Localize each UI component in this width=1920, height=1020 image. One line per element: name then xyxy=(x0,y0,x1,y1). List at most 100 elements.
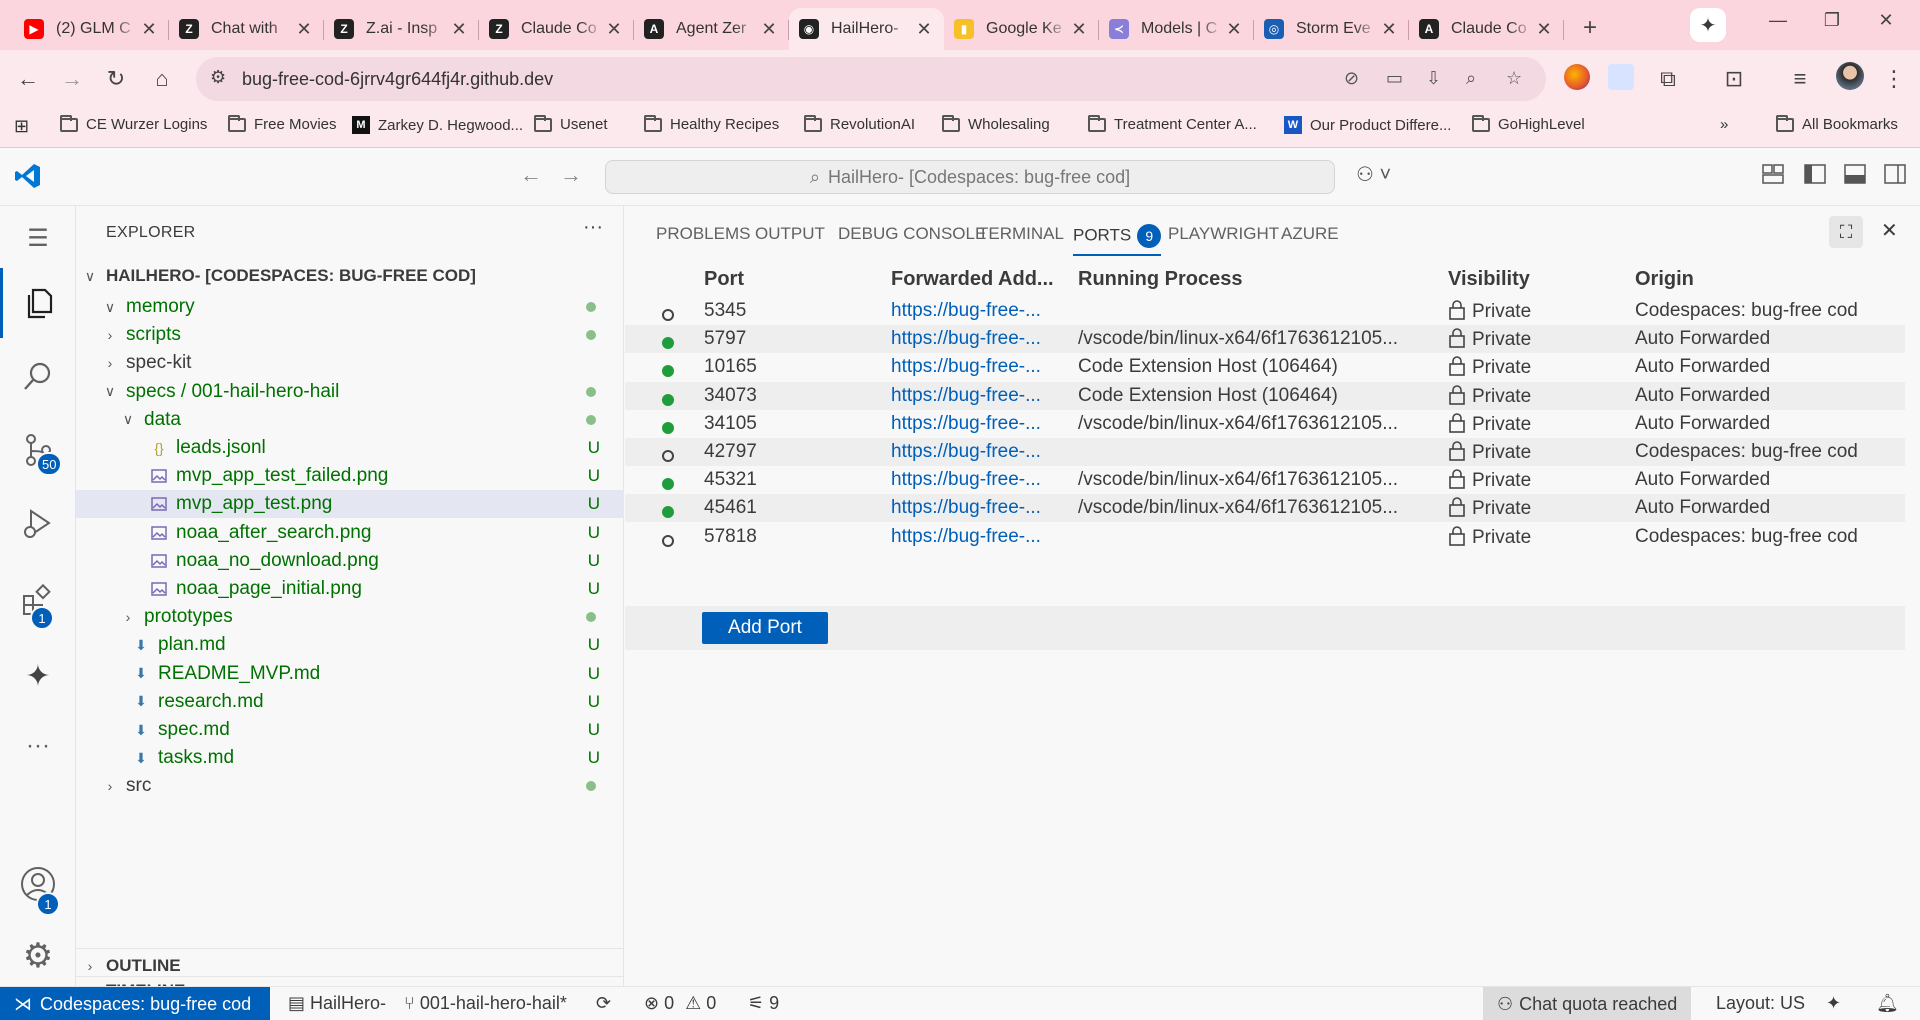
port-row[interactable]: 34073 https://bug-free-... Code Extension … xyxy=(625,381,1905,410)
restore-button[interactable]: ❐ xyxy=(1812,10,1852,31)
all-bookmarks-button[interactable]: All Bookmarks xyxy=(1776,114,1898,133)
toggle-sidebar-icon[interactable] xyxy=(1804,164,1826,189)
column-header[interactable]: Running Process xyxy=(1078,268,1242,291)
browser-tab[interactable]: Z Chat with ✕ xyxy=(169,8,324,50)
port-row[interactable]: 45461 https://bug-free-... /vscode/bin/lin… xyxy=(625,494,1905,523)
panel-tab[interactable]: OUTPUT xyxy=(755,224,825,244)
gemini-view-button[interactable]: ✦ xyxy=(0,644,76,708)
cast-blocked-icon[interactable]: ⊘ xyxy=(1344,68,1359,89)
chrome-menu-icon[interactable]: ⋮ xyxy=(1880,65,1908,93)
url-text[interactable]: bug-free-cod-6jrrv4gr644fj4r.github.dev xyxy=(242,69,553,90)
back-button[interactable]: ← xyxy=(14,65,42,93)
new-tab-button[interactable]: + xyxy=(1572,10,1608,46)
close-window-button[interactable]: ✕ xyxy=(1866,10,1906,31)
repo-item[interactable]: ▤ HailHero- xyxy=(288,993,386,1014)
tree-item[interactable]: noaa_page_initial.png U xyxy=(76,575,624,603)
tree-item[interactable]: ∨ specs / 001-hail-hero-hail xyxy=(76,378,624,406)
bookmark-item[interactable]: Wholesaling xyxy=(942,114,1050,133)
panel-tab[interactable]: PORTS 9 xyxy=(1073,224,1162,256)
forwarded-address-link[interactable]: https://bug-free-... xyxy=(891,300,1041,322)
copilot-menu-icon[interactable]: ⚇ ˅ xyxy=(1356,162,1391,187)
explorer-more-button[interactable]: ··· xyxy=(583,216,603,239)
tree-item[interactable]: noaa_after_search.png U xyxy=(76,519,624,547)
branch-item[interactable]: ⑂ 001-hail-hero-hail* xyxy=(404,993,567,1014)
forwarded-address-link[interactable]: https://bug-free-... xyxy=(891,328,1041,350)
tree-item[interactable]: ⬇ plan.md U xyxy=(76,631,624,659)
visibility-cell[interactable]: Private xyxy=(1448,384,1531,408)
tab-search-icon[interactable]: ⊡ xyxy=(1720,65,1748,93)
forwarded-address-link[interactable]: https://bug-free-... xyxy=(891,356,1041,378)
column-header[interactable]: Port xyxy=(704,268,744,291)
toggle-panel-icon[interactable] xyxy=(1844,164,1866,189)
forwarded-address-link[interactable]: https://bug-free-... xyxy=(891,469,1041,491)
apps-grid-icon[interactable]: ⊞ xyxy=(14,116,29,137)
add-port-button[interactable]: Add Port xyxy=(702,612,828,644)
column-header[interactable]: Origin xyxy=(1635,268,1694,291)
panel-tab[interactable]: DEBUG CONSOLE xyxy=(838,224,986,244)
extensions-puzzle-icon[interactable]: ⧉ xyxy=(1654,65,1682,93)
port-row[interactable]: 5345 https://bug-free-... Private Codespace… xyxy=(625,297,1905,325)
timeline-section[interactable]: › TIMELINE xyxy=(76,976,624,1000)
command-center[interactable]: ⌕ HailHero- [Codespaces: bug-free cod] xyxy=(605,160,1335,194)
explorer-view-button[interactable] xyxy=(0,268,76,338)
browser-tab[interactable]: ▮ Google Ke ✕ xyxy=(944,8,1099,50)
minimize-button[interactable]: — xyxy=(1758,10,1798,31)
browser-tab[interactable]: Z Claude Co ✕ xyxy=(479,8,634,50)
visibility-cell[interactable]: Private xyxy=(1448,525,1531,549)
maximize-panel-button[interactable]: ⛶ xyxy=(1829,216,1863,248)
tree-item[interactable]: ⬇ README_MVP.md U xyxy=(76,660,624,688)
source-control-view-button[interactable]: 50 xyxy=(0,418,76,482)
run-debug-view-button[interactable] xyxy=(0,492,76,556)
forwarded-ports-item[interactable]: ⚟ 9 xyxy=(748,993,779,1014)
forwarded-address-link[interactable]: https://bug-free-... xyxy=(891,526,1041,548)
tree-item[interactable]: › src xyxy=(76,772,624,800)
close-tab-icon[interactable]: ✕ xyxy=(294,19,314,40)
browser-tab[interactable]: ◎ Storm Eve ✕ xyxy=(1254,8,1409,50)
close-tab-icon[interactable]: ✕ xyxy=(759,19,779,40)
tree-item[interactable]: › scripts xyxy=(76,321,624,349)
visibility-cell[interactable]: Private xyxy=(1448,413,1531,436)
tree-item[interactable]: ∨ memory xyxy=(76,293,624,321)
bookmark-item[interactable]: GoHighLevel xyxy=(1472,114,1585,133)
panel-tab[interactable]: AZURE xyxy=(1281,224,1339,244)
port-row[interactable]: 57818 https://bug-free-... Private Codespac… xyxy=(625,523,1905,551)
tree-item[interactable]: mvp_app_test_failed.png U xyxy=(76,462,624,490)
bookmark-item[interactable]: Healthy Recipes xyxy=(644,114,779,133)
tree-item[interactable]: ⬇ spec.md U xyxy=(76,716,624,744)
install-app-icon[interactable]: ⇩ xyxy=(1426,68,1441,89)
tree-item[interactable]: noaa_no_download.png U xyxy=(76,547,624,575)
browser-tab[interactable]: ▶ (2) GLM C ✕ xyxy=(14,8,169,50)
bookmark-item[interactable]: CE Wurzer Logins xyxy=(60,114,207,133)
close-tab-icon[interactable]: ✕ xyxy=(1379,19,1399,40)
more-views-button[interactable]: ··· xyxy=(0,714,76,778)
port-row[interactable]: 34105 https://bug-free-... /vscode/bin/lin… xyxy=(625,410,1905,438)
address-bar[interactable]: ⚙ bug-free-cod-6jrrv4gr644fj4r.github.de… xyxy=(196,57,1546,101)
tree-item[interactable]: › prototypes xyxy=(76,603,624,631)
close-panel-button[interactable]: ✕ xyxy=(1881,218,1898,243)
tree-item[interactable]: ⬇ tasks.md U xyxy=(76,744,624,772)
profile-avatar[interactable] xyxy=(1836,62,1864,90)
chat-quota-item[interactable]: ⚇ Chat quota reached xyxy=(1483,987,1691,1020)
visibility-cell[interactable]: Private xyxy=(1448,469,1531,492)
problems-item[interactable]: ⊗ 0 ⚠ 0 xyxy=(644,993,716,1014)
column-header[interactable]: Forwarded Add... xyxy=(891,268,1054,291)
bookmark-item[interactable]: M Zarkey D. Hegwood... xyxy=(352,116,523,134)
port-row[interactable]: 42797 https://bug-free-... Private Codespac… xyxy=(625,438,1905,466)
bookmark-item[interactable]: W Our Product Differe... xyxy=(1284,116,1451,134)
browser-tab[interactable]: Z Z.ai - Insp ✕ xyxy=(324,8,479,50)
reload-button[interactable]: ↻ xyxy=(102,65,130,93)
tree-item[interactable]: ∨ data xyxy=(76,406,624,434)
close-tab-icon[interactable]: ✕ xyxy=(1534,19,1554,40)
bookmark-item[interactable]: Free Movies xyxy=(228,114,337,133)
panel-tab[interactable]: PLAYWRIGHT xyxy=(1168,224,1279,244)
tree-item[interactable]: mvp_app_test.png U xyxy=(76,490,624,519)
accounts-button[interactable]: 1 xyxy=(0,852,76,916)
close-tab-icon[interactable]: ✕ xyxy=(449,19,469,40)
extensions-view-button[interactable]: 1 xyxy=(0,568,76,632)
browser-tab[interactable]: ≺ Models | C ✕ xyxy=(1099,8,1254,50)
home-button[interactable]: ⌂ xyxy=(148,65,176,93)
close-tab-icon[interactable]: ✕ xyxy=(1224,19,1244,40)
notifications-bell-icon[interactable]: 🔔︎ xyxy=(1876,993,1899,1014)
media-controls-icon[interactable]: ≡ xyxy=(1786,65,1814,93)
bookmark-item[interactable]: Usenet xyxy=(534,114,608,133)
